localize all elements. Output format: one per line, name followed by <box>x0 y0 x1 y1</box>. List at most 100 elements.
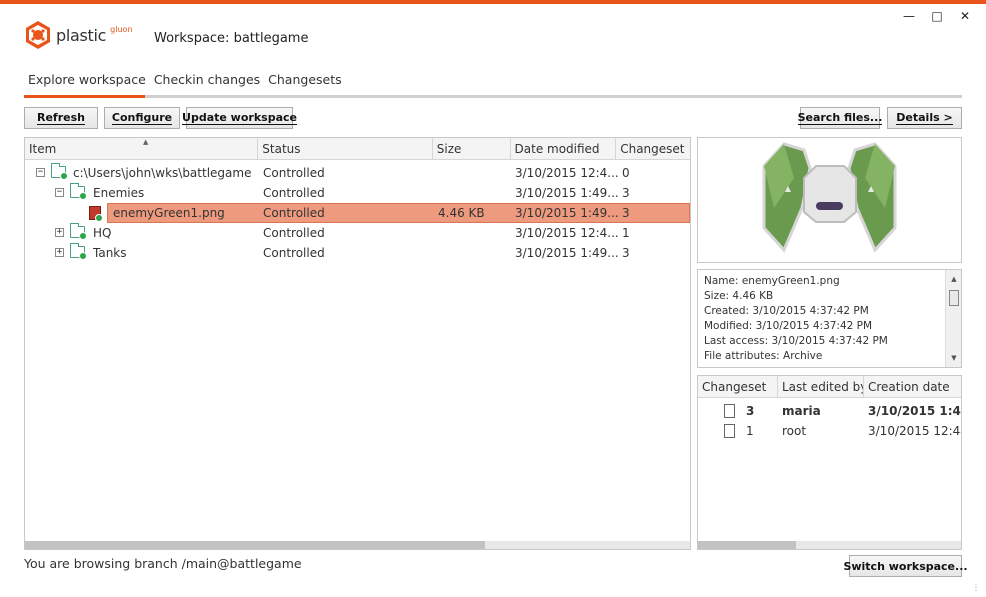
controlled-check-icon <box>60 172 68 180</box>
item-status: Controlled <box>263 246 325 260</box>
history-editor: maria <box>782 404 821 418</box>
column-status[interactable]: Status <box>258 138 433 160</box>
refresh-label: Refresh <box>37 111 85 125</box>
column-creation-date[interactable]: Creation date <box>864 376 961 398</box>
tree-row-root[interactable]: − c:\Users\john\wks\battlegame Controlle… <box>25 163 690 183</box>
folder-icon <box>70 243 87 260</box>
tree-row-hq[interactable]: + HQ Controlled 3/10/2015 12:4... 1 <box>25 223 690 243</box>
item-size: 4.46 KB <box>438 206 485 220</box>
controlled-check-icon <box>79 192 87 200</box>
accent-top-bar <box>0 0 986 4</box>
column-changeset[interactable]: Changeset <box>698 376 778 398</box>
tab-changesets[interactable]: Changesets <box>264 72 345 93</box>
document-icon <box>724 424 735 438</box>
file-info-panel: Name: enemyGreen1.png Size: 4.46 KB Crea… <box>697 269 962 368</box>
scrollbar-thumb[interactable] <box>25 541 485 549</box>
history-horizontal-scrollbar[interactable] <box>698 541 961 549</box>
info-last-access: Last access: 3/10/2015 4:37:42 PM <box>704 335 888 347</box>
column-date-modified[interactable]: Date modified <box>511 138 617 160</box>
tree-row-enemygreen1[interactable]: enemyGreen1.png Controlled 4.46 KB 3/10/… <box>25 203 690 223</box>
item-name: HQ <box>93 226 112 240</box>
tree-row-tanks[interactable]: + Tanks Controlled 3/10/2015 1:49... 3 <box>25 243 690 263</box>
info-vertical-scrollbar[interactable]: ▲ ▼ <box>945 270 961 367</box>
window-controls: — □ ✕ <box>898 8 976 24</box>
column-item-label: Item <box>29 142 57 156</box>
scroll-down-icon[interactable]: ▼ <box>946 351 961 365</box>
item-status: Controlled <box>263 186 325 200</box>
info-created: Created: 3/10/2015 4:37:42 PM <box>704 305 869 317</box>
maximize-button[interactable]: □ <box>926 8 948 24</box>
info-modified: Modified: 3/10/2015 4:37:42 PM <box>704 320 873 332</box>
changeset-history: Changeset Last edited by Creation date 3… <box>697 375 962 550</box>
history-date: 3/10/2015 12:44 <box>868 424 961 438</box>
minimize-button[interactable]: — <box>898 8 920 24</box>
switch-workspace-button[interactable]: Switch workspace... <box>843 555 968 577</box>
info-size: Size: 4.46 KB <box>704 290 774 302</box>
scrollbar-thumb[interactable] <box>698 541 796 549</box>
history-row[interactable]: 1 root 3/10/2015 12:44 <box>698 421 961 441</box>
item-name: Tanks <box>93 246 127 260</box>
controlled-check-icon <box>79 252 87 260</box>
tab-checkin-changes[interactable]: Checkin changes <box>150 72 264 93</box>
enemy-ship-preview-icon <box>762 142 897 253</box>
item-changeset: 3 <box>622 186 630 200</box>
column-status-label: Status <box>262 142 301 156</box>
sort-ascending-icon: ▲ <box>143 138 149 146</box>
item-changeset: 3 <box>622 206 630 220</box>
item-status: Controlled <box>263 166 325 180</box>
column-last-edited-by[interactable]: Last edited by <box>778 376 864 398</box>
info-name: Name: enemyGreen1.png <box>704 275 840 287</box>
history-row[interactable]: 3 maria 3/10/2015 1:49: <box>698 401 961 421</box>
column-changeset[interactable]: Changeset <box>616 138 690 160</box>
column-changeset-label: Changeset <box>702 380 767 394</box>
explorer-header: ▲ Item Status Size Date modified Changes… <box>25 138 690 160</box>
configure-button[interactable]: Configure <box>104 107 180 129</box>
document-icon <box>724 404 735 418</box>
collapse-icon[interactable]: − <box>36 168 45 177</box>
item-date: 3/10/2015 12:4... <box>515 226 619 240</box>
history-date: 3/10/2015 1:49: <box>868 404 961 418</box>
controlled-check-icon <box>79 232 87 240</box>
refresh-button[interactable]: Refresh <box>24 107 98 129</box>
tree-row-enemies[interactable]: − Enemies Controlled 3/10/2015 1:49... 3 <box>25 183 690 203</box>
explorer-horizontal-scrollbar[interactable] <box>25 541 690 549</box>
search-files-button[interactable]: Search files... <box>797 107 883 129</box>
collapse-icon[interactable]: − <box>55 188 64 197</box>
item-date: 3/10/2015 1:49... <box>515 186 619 200</box>
item-name: Enemies <box>93 186 145 200</box>
details-label: Details > <box>896 111 953 125</box>
resize-grip-icon[interactable]: ⋮ <box>972 583 982 593</box>
column-changeset-label: Changeset <box>620 142 685 156</box>
configure-label: Configure <box>111 111 173 125</box>
item-changeset: 3 <box>622 246 630 260</box>
file-info-text: Name: enemyGreen1.png Size: 4.46 KB Crea… <box>704 274 888 364</box>
brand-suffix: gluon <box>110 24 133 34</box>
scroll-up-icon[interactable]: ▲ <box>946 272 961 286</box>
column-editor-label: Last edited by <box>782 380 864 394</box>
folder-icon <box>51 163 68 180</box>
update-workspace-button[interactable]: Update workspace <box>182 107 297 129</box>
workspace-explorer: ▲ Item Status Size Date modified Changes… <box>24 137 691 550</box>
tab-explore-workspace[interactable]: Explore workspace <box>24 72 150 93</box>
column-item[interactable]: ▲ Item <box>25 138 259 160</box>
expand-icon[interactable]: + <box>55 248 64 257</box>
update-workspace-label: Update workspace <box>182 111 297 125</box>
workspace-title: Workspace: battlegame <box>154 31 309 46</box>
switch-workspace-label: Switch workspace... <box>843 559 968 573</box>
expand-icon[interactable]: + <box>55 228 64 237</box>
history-header: Changeset Last edited by Creation date <box>698 376 961 398</box>
details-button[interactable]: Details > <box>887 107 962 129</box>
item-date: 3/10/2015 1:49... <box>515 206 619 220</box>
branch-status: You are browsing branch /main@battlegame <box>24 556 302 571</box>
item-name: enemyGreen1.png <box>113 206 225 220</box>
tab-divider <box>24 95 962 98</box>
column-size[interactable]: Size <box>433 138 511 160</box>
close-button[interactable]: ✕ <box>954 8 976 24</box>
search-files-label: Search files... <box>797 111 883 125</box>
scrollbar-thumb[interactable] <box>949 290 959 306</box>
column-size-label: Size <box>436 142 462 156</box>
folder-icon <box>70 183 87 200</box>
item-changeset: 0 <box>622 166 630 180</box>
main-tabs: Explore workspace Checkin changes Change… <box>24 72 346 93</box>
brand-name: plastic <box>56 25 107 45</box>
